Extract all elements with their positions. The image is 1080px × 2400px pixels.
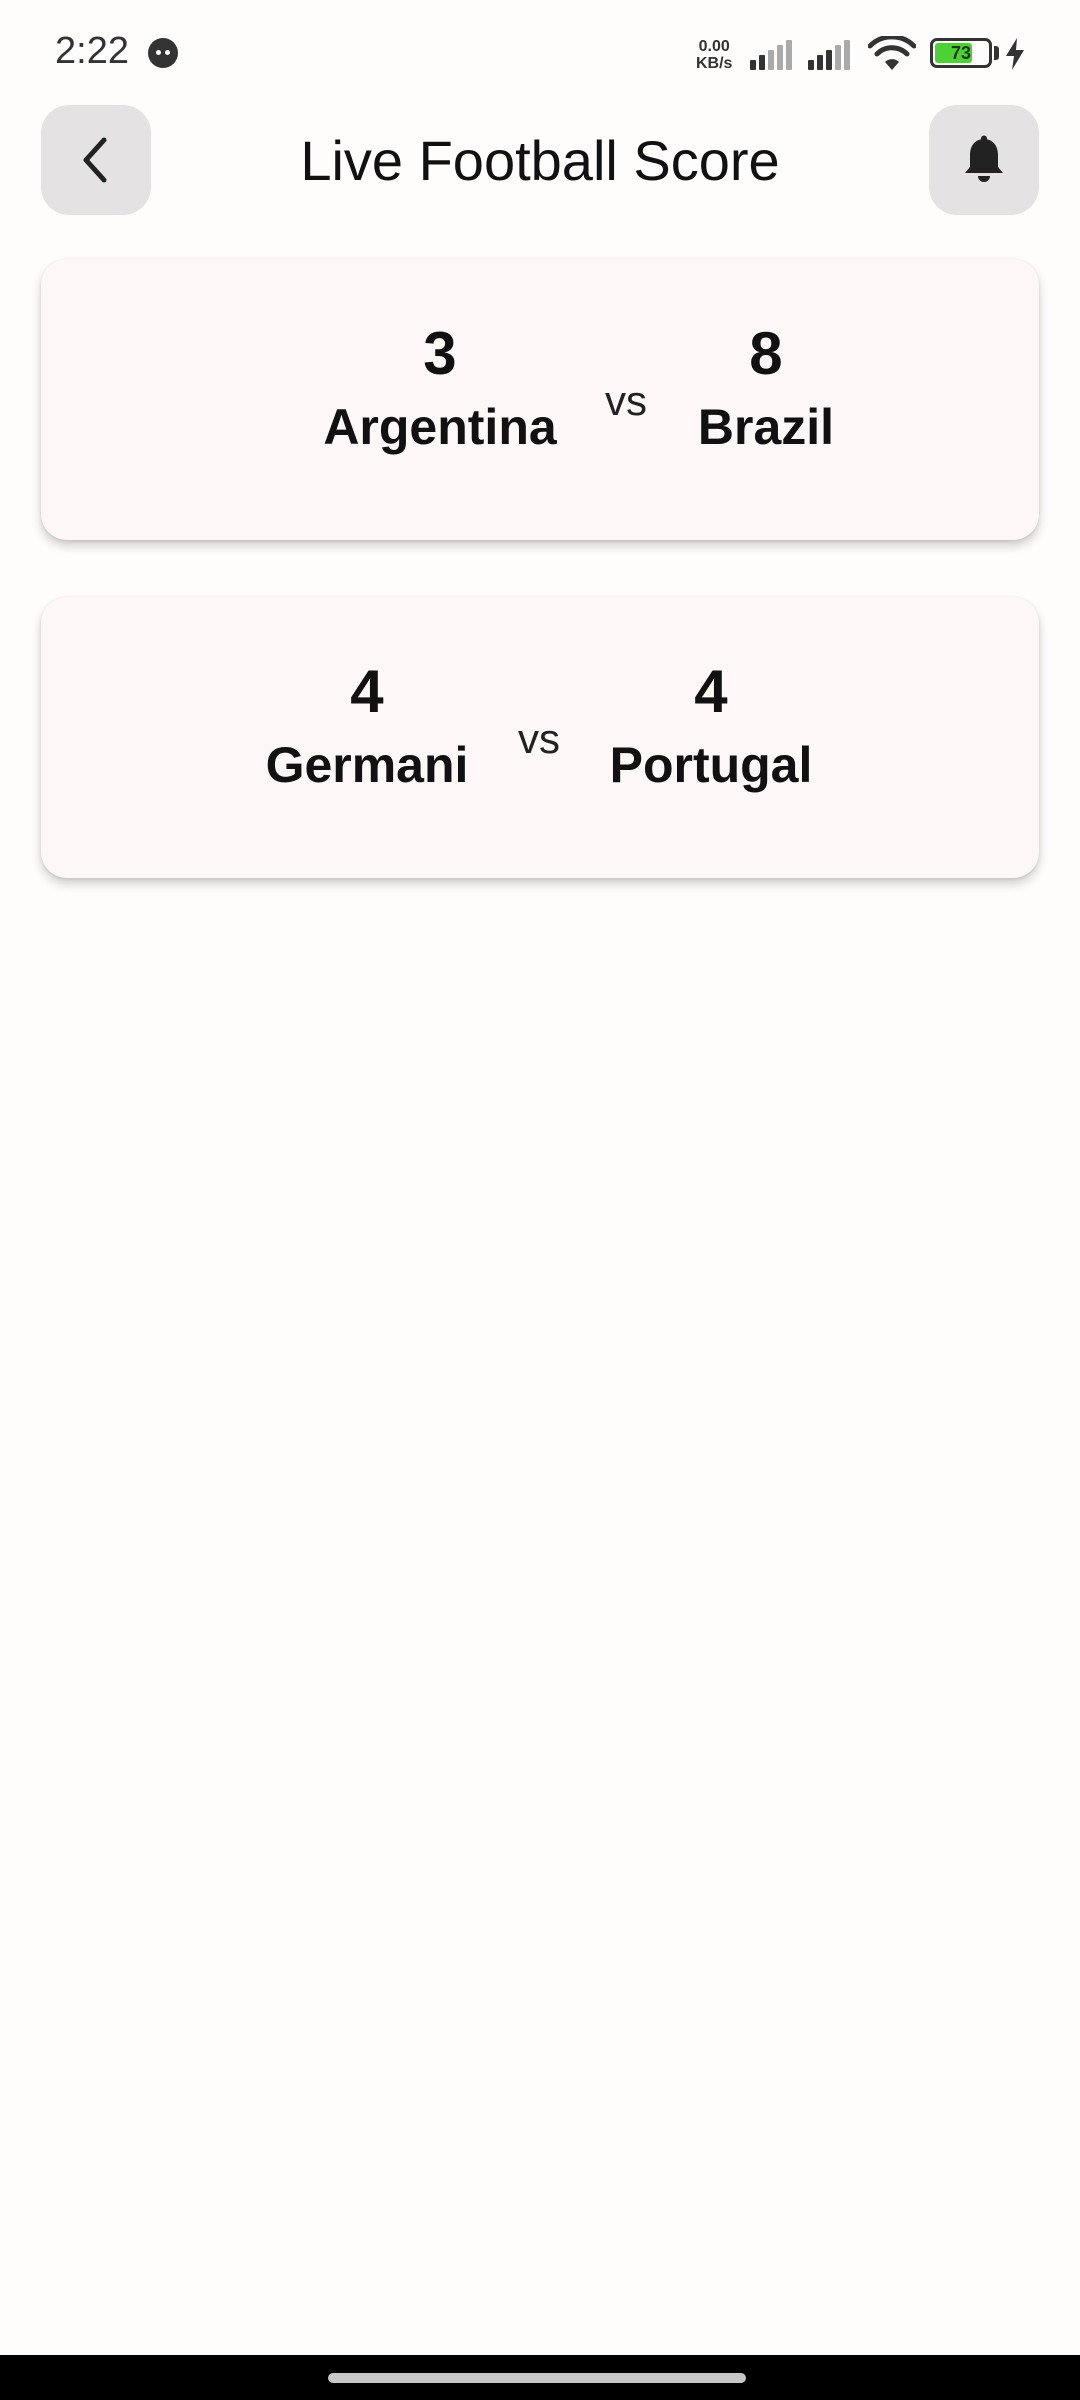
home-indicator[interactable] [328, 2373, 746, 2383]
charging-bolt-icon [1006, 38, 1024, 70]
away-team: 8 Brazil [697, 320, 835, 456]
battery-icon: 73 [930, 38, 992, 68]
home-score: 3 [423, 320, 457, 387]
vs-label: vs [605, 377, 647, 424]
away-score: 4 [694, 658, 728, 725]
status-time: 2:22 [55, 30, 129, 72]
back-button[interactable] [41, 105, 151, 215]
wifi-icon [868, 36, 916, 70]
away-team-name: Portugal [609, 737, 813, 793]
match-card[interactable]: 4 Germani vs 4 Portugal [41, 597, 1039, 878]
home-team-name: Germani [265, 737, 469, 793]
match-card[interactable]: 3 Argentina vs 8 Brazil [41, 259, 1039, 540]
away-score: 8 [749, 320, 783, 387]
network-speed-value: 0.00 [698, 38, 730, 55]
away-team: 4 Portugal [609, 658, 813, 794]
cell-signal-icon [750, 40, 792, 70]
page-title: Live Football Score [300, 129, 780, 192]
battery-tip [994, 46, 999, 60]
home-team: 3 Argentina [323, 320, 557, 456]
home-score: 4 [350, 658, 384, 725]
away-team-name: Brazil [697, 399, 835, 455]
bell-icon [965, 135, 1003, 182]
network-speed-unit: KB/s [696, 55, 733, 72]
system-nav-bar [0, 2355, 1080, 2400]
notifications-button[interactable] [929, 105, 1039, 215]
app-bar: Live Football Score [0, 105, 1080, 217]
cell-signal-icon [808, 40, 850, 70]
notification-face-icon [148, 38, 178, 68]
status-bar: 2:22 0.00 KB/s 73 [0, 0, 1080, 100]
home-team: 4 Germani [265, 658, 469, 794]
vs-label: vs [518, 715, 560, 762]
chevron-left-icon [83, 137, 107, 183]
battery-level-text: 73 [950, 43, 972, 63]
home-team-name: Argentina [323, 399, 557, 455]
network-speed: 0.00 KB/s [696, 38, 732, 72]
